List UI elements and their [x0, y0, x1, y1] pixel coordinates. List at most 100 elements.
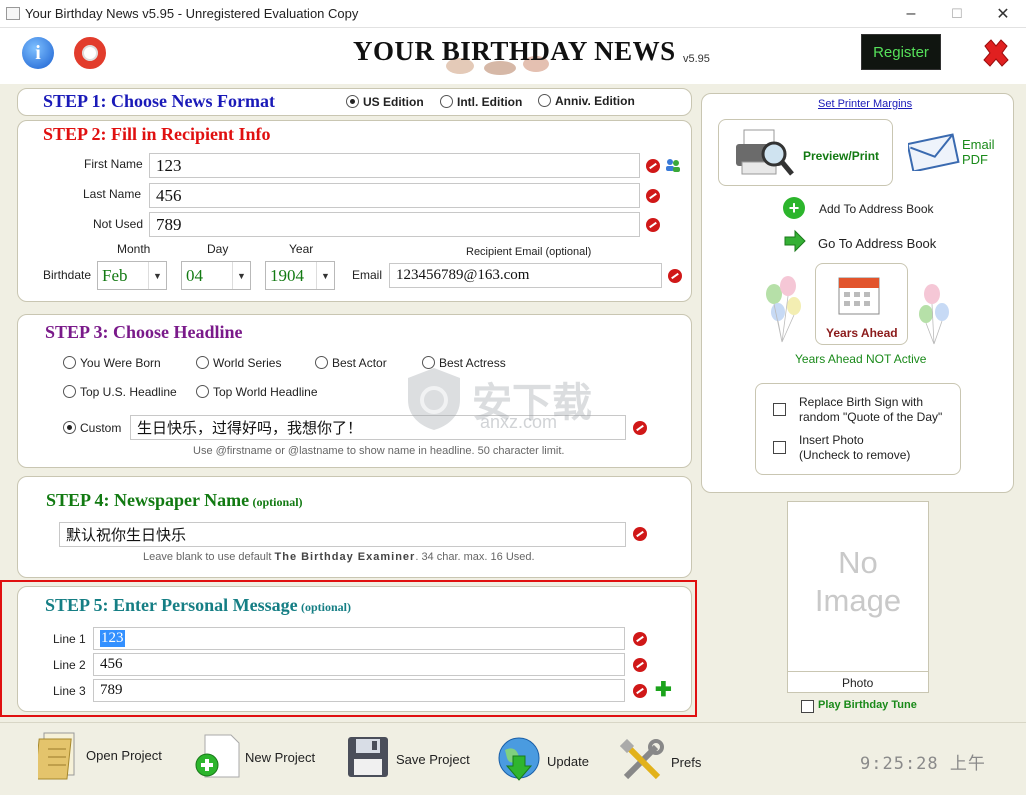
prefs-tools-icon[interactable] [620, 739, 664, 783]
clear-not-used-icon[interactable] [646, 218, 660, 232]
users-icon[interactable] [665, 157, 681, 173]
day-value: 04 [186, 265, 203, 285]
close-button[interactable]: ✕ [980, 0, 1026, 28]
replace-birth-sign-line2: random "Quote of the Day" [799, 410, 943, 424]
clock-display: 9:25:28 上午 [860, 754, 986, 774]
radio-intl-edition-label: Intl. Edition [457, 95, 523, 109]
set-printer-margins-link[interactable]: Set Printer Margins [818, 98, 912, 110]
open-folder-icon[interactable] [38, 731, 82, 781]
calendar-icon [838, 277, 880, 315]
go-to-address-book-button[interactable]: Go To Address Book [818, 236, 936, 251]
prefs-button[interactable]: Prefs [671, 755, 701, 770]
save-project-button[interactable]: Save Project [396, 752, 470, 767]
replace-birth-sign-checkbox[interactable] [773, 403, 786, 416]
clear-line2-icon[interactable] [633, 658, 647, 672]
watermark-shield-icon [408, 368, 460, 430]
email-envelope-icon[interactable] [908, 131, 960, 171]
newspaper-hint-pre: Leave blank to use default [143, 551, 272, 563]
first-name-field[interactable]: 123 [149, 153, 640, 178]
preview-print-label: Preview/Print [803, 149, 880, 163]
radio-top-world-headline[interactable] [196, 385, 209, 398]
app-icon [6, 7, 20, 20]
clear-newspaper-name-icon[interactable] [633, 527, 647, 541]
insert-photo-checkbox[interactable] [773, 441, 786, 454]
radio-top-us-headline[interactable] [63, 385, 76, 398]
step1-title: STEP 1: Choose News Format [43, 91, 275, 111]
clear-custom-headline-icon[interactable] [633, 421, 647, 435]
step2-title: STEP 2: Fill in Recipient Info [43, 124, 271, 144]
line2-field[interactable]: 456 [93, 653, 625, 676]
clear-line1-icon[interactable] [633, 632, 647, 646]
years-ahead-status: Years Ahead NOT Active [795, 352, 927, 366]
radio-us-edition[interactable] [346, 95, 359, 108]
play-tune-checkbox[interactable] [801, 700, 814, 713]
radio-custom-label: Custom [80, 421, 122, 435]
newspaper-hint: Leave blank to use default The Birthday … [143, 551, 535, 563]
add-address-plus-icon[interactable]: + [783, 197, 805, 219]
year-label: Year [289, 242, 314, 256]
radio-us-edition-label: US Edition [363, 95, 424, 109]
balloons-right-icon [919, 284, 949, 345]
chevron-down-icon: ▼ [148, 262, 166, 289]
radio-best-actor-label: Best Actor [332, 356, 387, 370]
radio-custom[interactable] [63, 421, 76, 434]
clear-line3-icon[interactable] [633, 684, 647, 698]
register-button[interactable]: Register [861, 34, 941, 70]
help-lifebuoy-icon[interactable] [74, 37, 106, 69]
replace-birth-sign-line1: Replace Birth Sign with [799, 395, 924, 409]
line3-field[interactable]: 789 [93, 679, 625, 702]
step3-title: STEP 3: Choose Headline [45, 322, 243, 342]
line1-field[interactable]: 123 [93, 627, 625, 650]
minimize-button[interactable]: – [888, 0, 934, 28]
headline-hint: Use @firstname or @lastname to show name… [193, 445, 565, 457]
email-pdf-label[interactable]: Email PDF [962, 137, 995, 167]
info-icon[interactable]: i [22, 37, 54, 69]
clear-first-name-icon[interactable] [646, 159, 660, 173]
not-used-field[interactable]: 789 [149, 212, 640, 237]
newspaper-hint-name: The Birthday Examiner [274, 551, 416, 563]
step4-optional: (optional) [252, 495, 303, 509]
window-title: Your Birthday News v5.95 - Unregistered … [25, 6, 359, 21]
chevron-down-icon: ▼ [232, 262, 250, 289]
day-select[interactable]: 04 ▼ [181, 261, 251, 290]
last-name-field[interactable]: 456 [149, 183, 640, 208]
insert-photo-label: Insert Photo (Uncheck to remove) [799, 433, 910, 463]
radio-you-were-born-label: You Were Born [80, 356, 161, 370]
email-header: Recipient Email (optional) [466, 246, 592, 258]
save-disk-icon[interactable] [346, 735, 390, 779]
year-select[interactable]: 1904 ▼ [265, 261, 335, 290]
radio-anniv-edition[interactable] [538, 94, 551, 107]
open-project-button[interactable]: Open Project [86, 748, 162, 763]
email-pdf-line1: Email [962, 137, 995, 152]
month-value: Feb [102, 265, 128, 285]
new-project-button[interactable]: New Project [245, 750, 315, 765]
radio-world-series[interactable] [196, 356, 209, 369]
month-label: Month [117, 242, 151, 256]
go-arrow-icon[interactable] [783, 229, 807, 253]
exit-x-icon[interactable] [981, 38, 1011, 68]
add-to-address-book-button[interactable]: Add To Address Book [819, 202, 934, 216]
radio-top-us-headline-label: Top U.S. Headline [80, 385, 177, 399]
photo-label: Photo [842, 676, 874, 690]
balloons-left-icon [766, 276, 801, 343]
chevron-down-icon: ▼ [316, 262, 334, 289]
step5-title-row: STEP 5: Enter Personal Message (optional… [45, 595, 351, 616]
add-line-icon[interactable]: ✚ [655, 680, 672, 700]
maximize-button[interactable]: ☐ [934, 0, 980, 28]
email-field[interactable]: 123456789@163.com [389, 263, 662, 288]
clear-email-icon[interactable] [668, 269, 682, 283]
update-button[interactable]: Update [547, 754, 589, 769]
play-tune-label[interactable]: Play Birthday Tune [818, 699, 917, 711]
month-select[interactable]: Feb ▼ [97, 261, 167, 290]
radio-best-actor[interactable] [315, 356, 328, 369]
new-project-icon[interactable] [193, 733, 241, 781]
radio-you-were-born[interactable] [63, 356, 76, 369]
year-value: 1904 [270, 265, 304, 285]
radio-intl-edition[interactable] [440, 95, 453, 108]
clear-last-name-icon[interactable] [646, 189, 660, 203]
insert-photo-line1: Insert Photo [799, 433, 864, 447]
banner-title: YOUR BIRTHDAY NEWS [353, 36, 676, 66]
years-ahead-label: Years Ahead [826, 326, 898, 340]
newspaper-name-field[interactable]: 默认祝你生日快乐 [59, 522, 626, 547]
update-globe-icon[interactable] [497, 736, 543, 782]
